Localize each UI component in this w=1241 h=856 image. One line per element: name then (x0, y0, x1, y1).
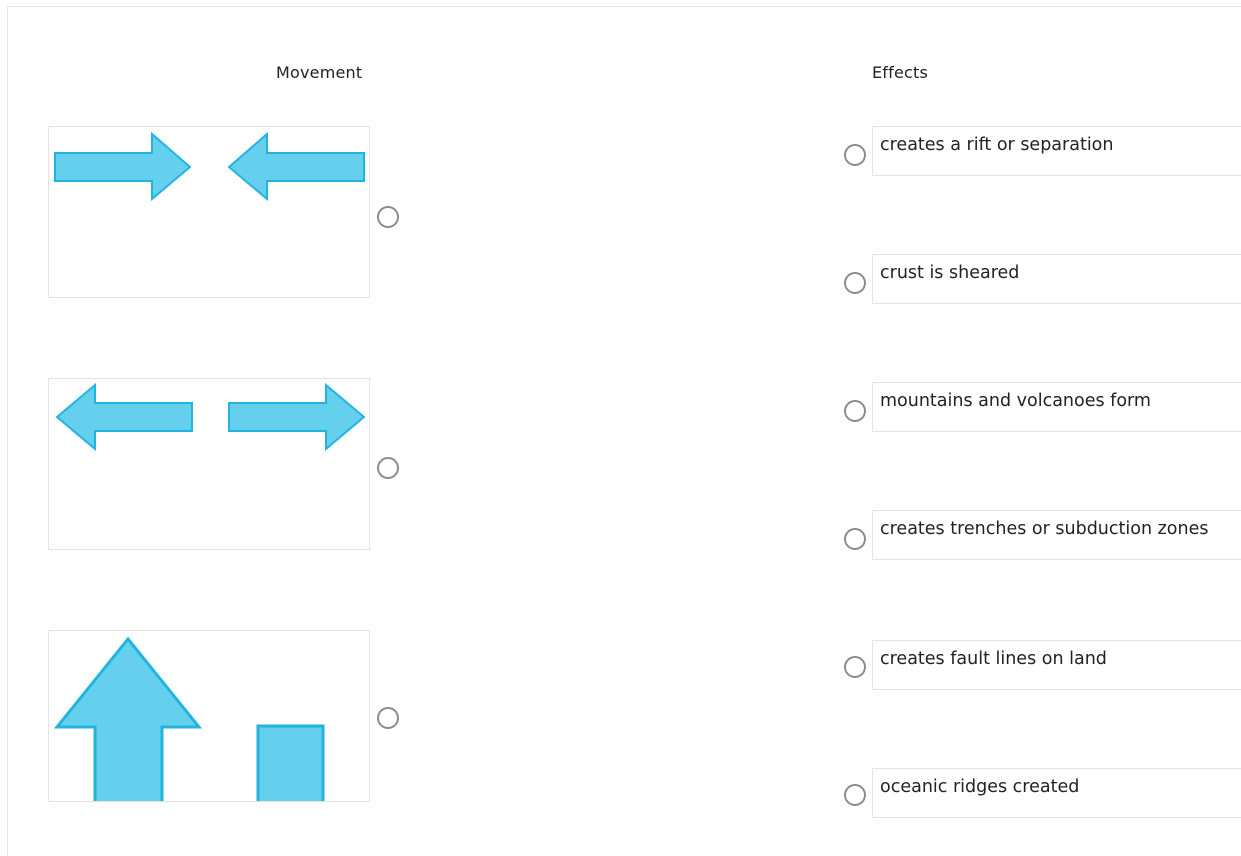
left-arrow (227, 131, 365, 202)
up-arrow (53, 636, 203, 801)
movement-radio-1[interactable] (377, 206, 399, 228)
movement-radio-3[interactable] (377, 707, 399, 729)
uplift-arrow-block-icon (53, 636, 325, 801)
effect-label: crust is sheared (880, 263, 1020, 283)
block-shape (256, 724, 325, 801)
effect-item-6: oceanic ridges created (872, 768, 1241, 818)
right-arrow (54, 131, 192, 202)
effect-label: mountains and volcanoes form (880, 391, 1151, 411)
movement-column-header: Movement (276, 63, 363, 82)
effect-item-1: creates a rift or separation (872, 126, 1241, 176)
effect-radio-3[interactable] (844, 400, 866, 422)
movement-item-1 (48, 126, 370, 298)
effect-radio-2[interactable] (844, 272, 866, 294)
effect-item-4: creates trenches or subduction zones (872, 510, 1241, 560)
effects-column-header: Effects (872, 63, 929, 82)
movement-radio-2[interactable] (377, 457, 399, 479)
effect-label: creates trenches or subduction zones (880, 519, 1209, 539)
movement-item-3 (48, 630, 370, 802)
movement-item-2 (48, 378, 370, 550)
effect-item-3: mountains and volcanoes form (872, 382, 1241, 432)
effect-label: creates fault lines on land (880, 649, 1107, 669)
converging-arrows-icon (54, 131, 365, 202)
effect-radio-4[interactable] (844, 528, 866, 550)
effect-radio-6[interactable] (844, 784, 866, 806)
effect-radio-5[interactable] (844, 656, 866, 678)
effect-item-5: creates fault lines on land (872, 640, 1241, 690)
effect-label: oceanic ridges created (880, 777, 1080, 797)
left-arrow (55, 382, 193, 452)
effect-radio-1[interactable] (844, 144, 866, 166)
effect-item-2: crust is sheared (872, 254, 1241, 304)
diverging-arrows-icon (55, 382, 366, 452)
right-arrow (228, 382, 366, 452)
effect-label: creates a rift or separation (880, 135, 1114, 155)
